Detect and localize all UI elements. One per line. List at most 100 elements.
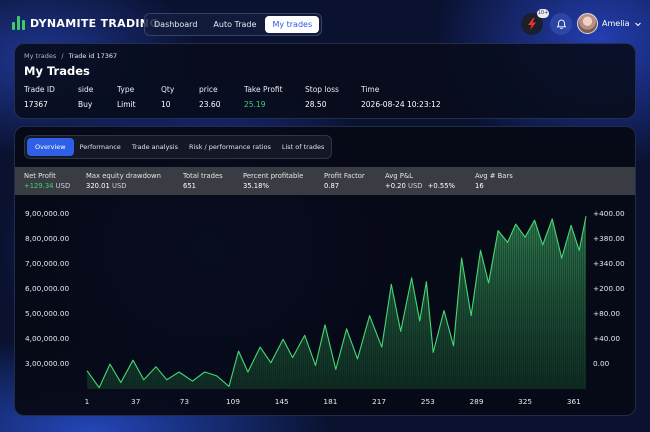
trade-value: 10: [161, 100, 171, 109]
tab-overview[interactable]: Overview: [27, 138, 74, 156]
y-left-tick-label: 7,00,000.00: [25, 259, 69, 268]
trade-header: Take Profit: [244, 85, 283, 94]
stat-value: 16: [475, 182, 484, 190]
trade-col-stop-loss: Stop loss 28.50: [305, 85, 339, 109]
y-left-tick-label: 6,00,000.00: [25, 284, 69, 293]
tab-trade-analysis[interactable]: Trade analysis: [127, 138, 183, 156]
stat-max-drawdown: Max equity drawdown 320.01 USD: [86, 171, 161, 191]
stat-label: Max equity drawdown: [86, 172, 161, 180]
stat-unit: USD: [408, 182, 423, 190]
stat-avg-bars: Avg # Bars 16: [475, 171, 513, 191]
x-tick-label: 361: [567, 397, 581, 406]
trade-header: Trade ID: [24, 85, 55, 94]
x-tick-label: 109: [226, 397, 240, 406]
y-right-tick-label: +400.00: [593, 209, 625, 218]
x-tick-label: 289: [470, 397, 484, 406]
equity-area-chart: 9,00,000.00 8,00,000.00 7,00,000.00 6,00,00…: [25, 209, 625, 406]
x-tick-label: 181: [323, 397, 337, 406]
trade-value: 25.19: [244, 100, 266, 109]
trade-value: 28.50: [305, 100, 327, 109]
stat-extra: +0.55%: [427, 182, 456, 190]
trade-header: side: [78, 85, 94, 94]
trade-header: Time: [361, 85, 380, 94]
stat-unit: USD: [111, 182, 127, 190]
trade-col-type: Type Limit: [117, 85, 136, 109]
y-left-tick-label: 8,00,000.00: [25, 234, 69, 243]
trade-value: Buy: [78, 100, 93, 109]
trade-value: 2026-08-24 10:23:12: [361, 100, 441, 109]
x-tick-label: 145: [275, 397, 289, 406]
stat-unit: USD: [55, 182, 71, 190]
main-nav: Dashboard Auto Trade My trades: [144, 13, 323, 36]
stat-label: Profit Factor: [324, 172, 365, 180]
stats-bar: Net Profit +129.34 USD Max equity drawdo…: [15, 167, 635, 195]
notification-badge: 10+: [537, 9, 549, 18]
tab-performance[interactable]: Performance: [75, 138, 126, 156]
y-right-tick-label: 0.00: [593, 359, 610, 368]
analysis-card: Overview Performance Trade analysis Risk…: [14, 126, 636, 416]
user-name: Amelia: [602, 19, 630, 28]
trade-header: Qty: [161, 85, 175, 94]
notifications-button[interactable]: [550, 13, 572, 35]
lightning-icon: [528, 18, 536, 30]
y-right-tick-label: +80.00: [593, 309, 620, 318]
trade-col-qty: Qty 10: [161, 85, 174, 109]
app-name: DYNAMITE TRADING: [30, 16, 159, 30]
breadcrumb-separator: /: [61, 52, 64, 60]
trade-header: price: [199, 85, 218, 94]
x-tick-label: 217: [372, 397, 386, 406]
trade-value: 17367: [24, 100, 48, 109]
chevron-down-icon: [634, 22, 641, 26]
stat-label: Avg # Bars: [475, 172, 513, 180]
page-title: My Trades: [24, 64, 90, 78]
x-tick-label: 1: [85, 397, 90, 406]
nav-auto-trade[interactable]: Auto Trade: [206, 16, 263, 33]
stat-avg-pl: Avg P&L +0.20 USD +0.55%: [385, 171, 455, 191]
x-tick-label: 73: [180, 397, 190, 406]
y-right-tick-label: +200.00: [593, 284, 625, 293]
quick-action-button[interactable]: 10+: [521, 9, 549, 35]
y-right-tick-label: +380.00: [593, 234, 625, 243]
y-right-tick-label: +340.00: [593, 259, 625, 268]
x-tick-label: 325: [518, 397, 532, 406]
tab-list-of-trades[interactable]: List of trades: [277, 138, 329, 156]
nav-dashboard[interactable]: Dashboard: [147, 16, 204, 33]
y-left-tick-label: 9,00,000.00: [25, 209, 69, 218]
y-right-tick-label: +40.00: [593, 334, 620, 343]
avatar: [577, 13, 598, 34]
trade-header: Stop loss: [305, 85, 339, 94]
trade-col-price: price 23.60: [199, 85, 220, 109]
stat-value: 320.01: [86, 182, 110, 190]
trade-col-side: side Buy: [78, 85, 93, 109]
stat-percent-profitable: Percent profitable 35.18%: [243, 171, 303, 191]
nav-my-trades[interactable]: My trades: [265, 16, 320, 33]
breadcrumb-current: Trade id 17367: [68, 52, 118, 60]
y-left-tick-label: 5,00,000.00: [25, 309, 69, 318]
user-menu[interactable]: Amelia: [577, 13, 642, 34]
stat-label: Avg P&L: [385, 172, 413, 180]
stat-profit-factor: Profit Factor 0.87: [324, 171, 365, 191]
stat-value: +129.34: [24, 182, 54, 190]
app-logo[interactable]: DYNAMITE TRADING: [12, 16, 159, 30]
stat-value: 35.18%: [243, 182, 269, 190]
trade-header: Type: [117, 85, 135, 94]
stat-value: +0.20: [385, 182, 406, 190]
trade-value: Limit: [117, 100, 136, 109]
analysis-tabs: Overview Performance Trade analysis Risk…: [24, 135, 333, 159]
equity-area-hatch: [87, 216, 586, 389]
stat-value: 651: [183, 182, 196, 190]
stat-value: 0.87: [324, 182, 340, 190]
trade-details-card: My trades / Trade id 17367 My Trades Tra…: [14, 43, 636, 119]
tab-risk-performance-ratios[interactable]: Risk / performance ratios: [184, 138, 276, 156]
trade-col-take-profit: Take Profit 25.19: [244, 85, 283, 109]
stat-label: Net Profit: [24, 172, 56, 180]
trade-value: 23.60: [199, 100, 221, 109]
breadcrumb-parent-link[interactable]: My trades: [24, 52, 56, 60]
stat-label: Total trades: [183, 172, 223, 180]
trade-col-id: Trade ID 17367: [24, 85, 55, 109]
trade-col-time: Time 2026-08-24 10:23:12: [361, 85, 441, 109]
y-left-tick-label: 3,00,000.00: [25, 359, 69, 368]
x-tick-label: 253: [421, 397, 435, 406]
logo-bars-icon: [12, 16, 25, 30]
x-tick-label: 37: [131, 397, 141, 406]
